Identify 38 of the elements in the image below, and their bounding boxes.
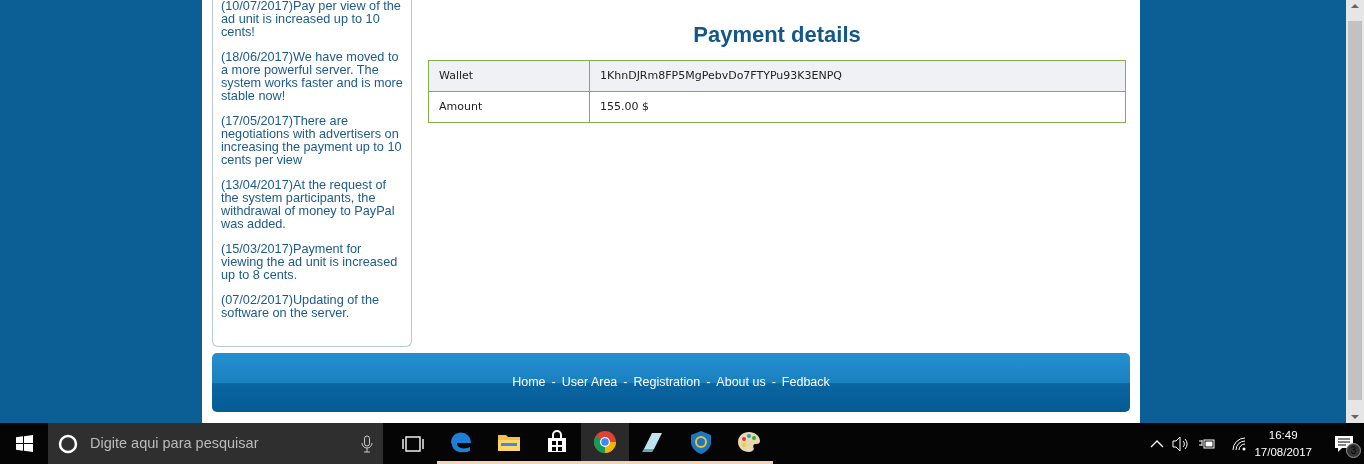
windows-logo-icon bbox=[15, 435, 33, 452]
separator: - bbox=[706, 374, 711, 392]
search-field[interactable]: Digite aqui para pesquisar bbox=[88, 431, 351, 456]
news-item: (18/06/2017)We have moved to a more powerful server. The system works faster and is more stable now! bbox=[221, 51, 403, 103]
field-label: Wallet bbox=[428, 60, 590, 92]
separator: - bbox=[623, 374, 628, 392]
separator: - bbox=[771, 374, 776, 392]
taskbar-app[interactable] bbox=[581, 423, 629, 464]
shield-icon bbox=[688, 429, 714, 455]
microphone-icon[interactable] bbox=[361, 434, 373, 453]
scroll-down-icon[interactable] bbox=[1351, 414, 1359, 420]
news-item: (17/05/2017)There are negotiations with advertisers on increasing the payment up to 10 cents per view bbox=[221, 115, 403, 167]
news-item: (10/07/2017)Pay per view of the ad unit is increased up to 10 cents! bbox=[221, 0, 402, 39]
battery-icon[interactable] bbox=[1198, 436, 1217, 451]
chevron-up-icon[interactable] bbox=[1150, 439, 1165, 448]
scrollbar[interactable] bbox=[1346, 0, 1364, 423]
news-item: (07/02/2017)Updating of the software on the server. bbox=[221, 294, 380, 320]
footer-link[interactable]: Registration bbox=[633, 373, 701, 392]
clock-time[interactable]: 16:49 bbox=[1268, 426, 1298, 444]
separator: - bbox=[551, 374, 556, 392]
search-box[interactable]: Digite aqui para pesquisar bbox=[48, 423, 383, 464]
footer-link[interactable]: User Area bbox=[561, 373, 618, 392]
cortana-icon bbox=[58, 433, 78, 454]
clock-date[interactable]: 17/08/2017 bbox=[1254, 443, 1312, 461]
scroll-up-icon[interactable] bbox=[1351, 3, 1359, 9]
palette-icon bbox=[736, 429, 762, 455]
chrome-icon bbox=[592, 429, 618, 455]
field-value: 1KhnDJRm8FP5MgPebvDo7FTYPu93K3ENPQ bbox=[589, 60, 1126, 92]
speaker-icon[interactable] bbox=[1172, 435, 1191, 452]
news-item: (13/04/2017)At the request of the system participants, the withdrawal of money to PayPal was added. bbox=[221, 179, 396, 231]
page-title: Payment details bbox=[692, 22, 862, 48]
footer-link[interactable]: Home bbox=[512, 373, 546, 392]
field-label: Amount bbox=[428, 91, 590, 123]
footer-link[interactable]: Fedback bbox=[781, 373, 830, 392]
footer-link[interactable]: About us bbox=[716, 373, 766, 392]
task-view-icon bbox=[402, 435, 424, 452]
field-value: 155.00 $ bbox=[589, 91, 1126, 123]
news-item: (15/03/2017)Payment for viewing the ad unit is increased up to 8 cents. bbox=[221, 243, 399, 282]
